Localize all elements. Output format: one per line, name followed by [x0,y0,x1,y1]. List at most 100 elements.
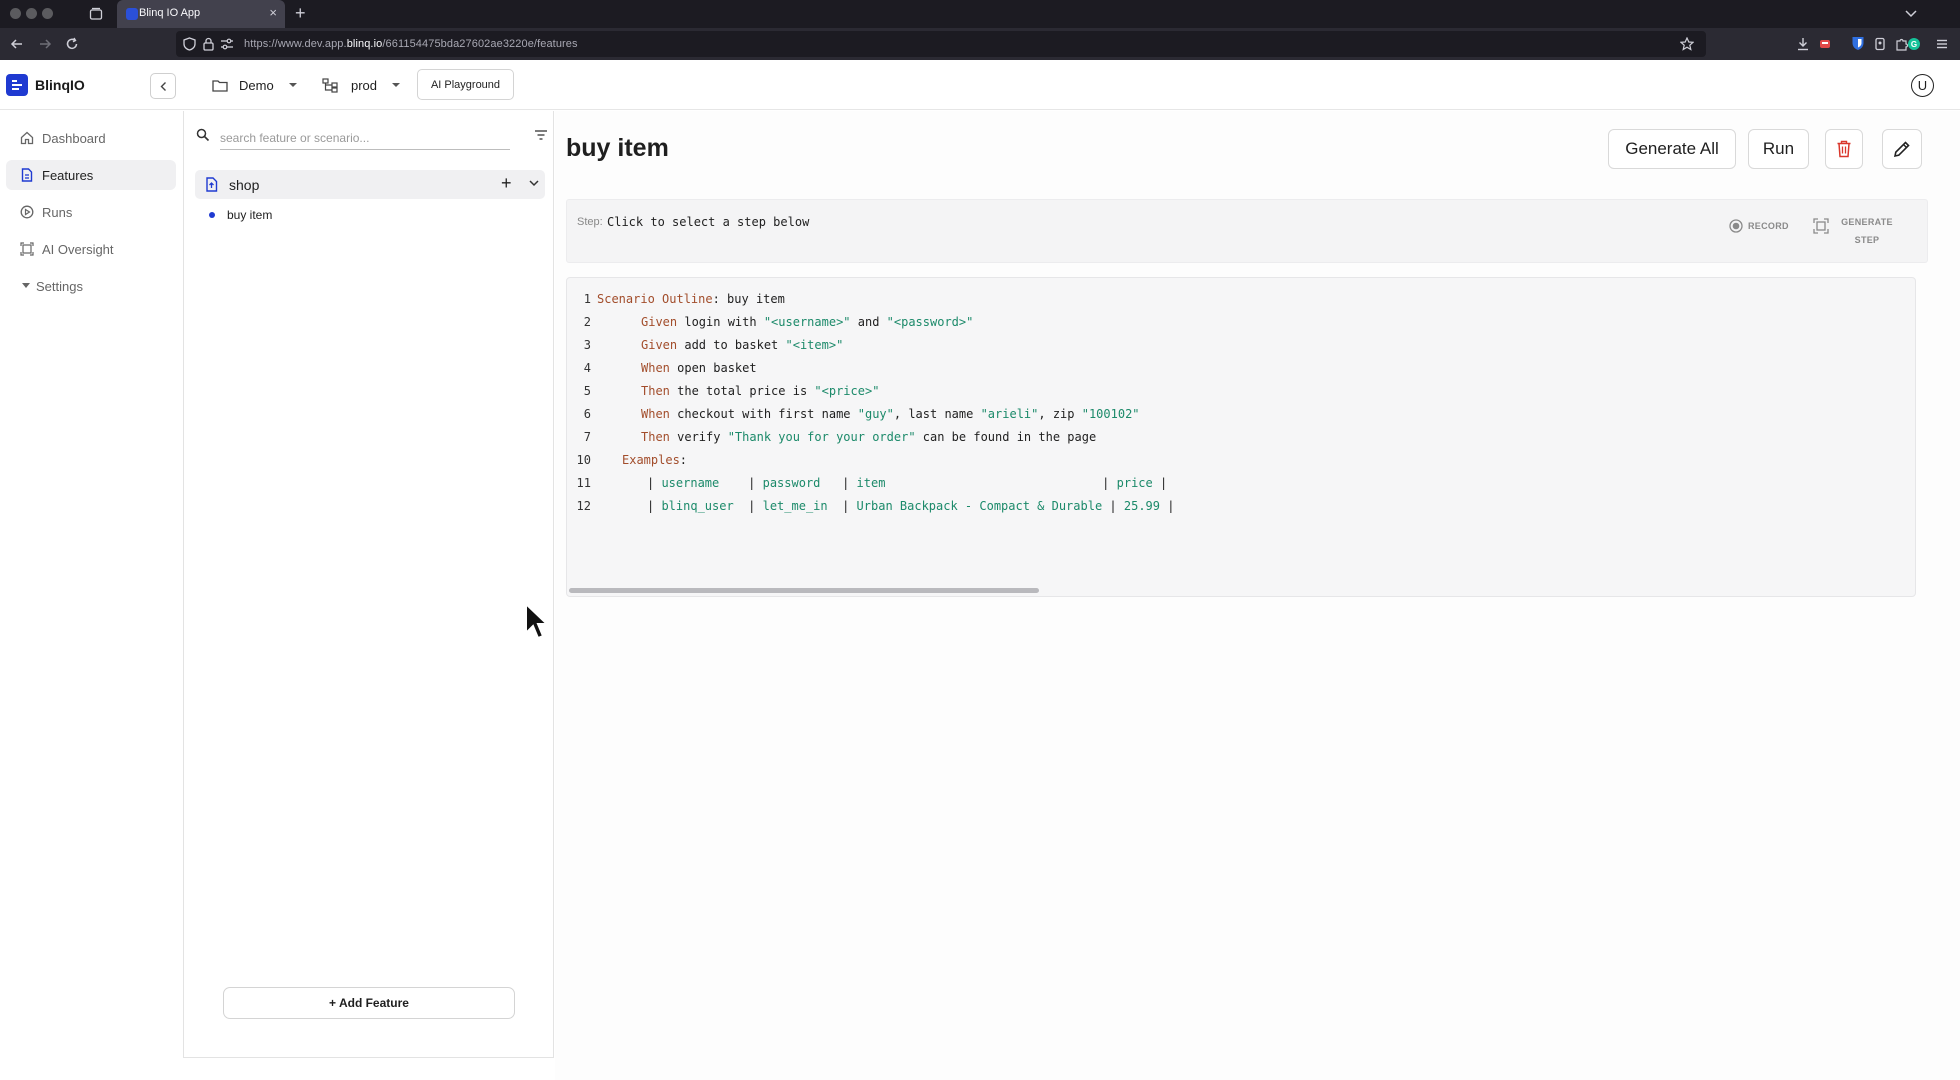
feature-item-shop[interactable]: shop + [195,170,545,199]
gherkin-keyword: Then [641,430,670,444]
code-token: | [820,476,857,490]
edit-button[interactable] [1882,129,1922,169]
home-icon [20,131,34,145]
back-arrow-icon[interactable] [10,37,24,51]
generate-step-label-line2: STEP [1854,235,1880,245]
blinqio-logo-icon[interactable] [6,74,28,96]
sidebar-item-label: Runs [42,205,73,220]
chevron-down-icon[interactable] [528,179,540,188]
environment-select[interactable]: prod [322,74,401,96]
generate-step-button[interactable]: GENERATE STEP [1837,213,1897,249]
filter-icon[interactable] [534,129,548,141]
trash-icon [1837,140,1851,158]
line-number: 12 [576,499,591,513]
code-lines: 1 Scenario Outline: buy item 2 Given login … [567,288,1175,518]
reload-icon[interactable] [65,37,79,51]
tab-overview-icon[interactable] [89,7,103,21]
step-bar[interactable]: Step: Click to select a step below RECOR… [566,199,1928,263]
sidebar: Dashboard Features Runs AI Oversight Set… [0,111,183,1080]
code-token: : buy item [712,292,785,306]
url-text[interactable]: https://www.dev.app.blinq.io/661154475bd… [244,38,578,50]
code-line[interactable]: 4 When open basket [567,357,757,380]
ai-playground-button[interactable]: AI Playground [417,69,514,100]
delete-button[interactable] [1825,129,1863,169]
window-minimize-dot[interactable] [26,8,37,19]
code-line[interactable]: 10 Examples: [567,449,687,472]
bitwarden-shield-icon[interactable] [1851,36,1865,51]
record-label: RECORD [1748,221,1789,231]
add-scenario-icon[interactable]: + [501,173,512,194]
code-line[interactable]: 12 | blinq_user | let_me_in | Urban Backp… [567,495,1175,518]
address-bar[interactable]: https://www.dev.app.blinq.io/661154475bd… [176,31,1706,57]
add-feature-button[interactable]: + Add Feature [223,987,515,1019]
code-line[interactable]: 11 | username | password | item | price | [567,472,1168,495]
horizontal-scrollbar[interactable] [569,588,1039,593]
permissions-icon[interactable] [220,38,234,50]
project-name: Demo [239,77,274,93]
grammarly-icon[interactable]: G [1907,37,1921,51]
code-text: Examples: [622,449,687,472]
scenario-item-buy-item[interactable]: buy item [209,206,272,224]
sidebar-item-features[interactable]: Features [6,160,176,190]
app-logo-text[interactable]: BlinqIO [35,77,85,93]
sidebar-item-ai-oversight[interactable]: AI Oversight [6,234,176,264]
string-literal: "100102" [1081,407,1140,421]
generate-step-icon[interactable] [1813,218,1829,234]
window-close-dot[interactable] [10,8,21,19]
code-editor[interactable]: 1 Scenario Outline: buy item 2 Given login … [566,277,1916,597]
record-button[interactable]: RECORD [1729,219,1789,233]
extension-red-icon[interactable] [1818,37,1832,51]
code-text: Given login with "<username>" and "<pass… [641,311,973,334]
tab-list-chevron-icon[interactable] [1905,9,1917,19]
code-line[interactable]: 7 Then verify "Thank you for your order" … [567,426,1096,449]
folder-icon [212,79,228,92]
browser-tab[interactable]: Blinq IO App × [117,0,285,28]
project-select[interactable]: Demo [212,74,298,96]
sidebar-item-settings[interactable]: Settings [6,271,176,301]
scenario-label: buy item [227,208,273,222]
shield-icon[interactable] [183,37,196,51]
code-line[interactable]: 5 Then the total price is "<price>" [567,380,880,403]
string-literal: "Thank you for your order" [727,430,916,444]
line-number: 7 [583,430,591,444]
run-button[interactable]: Run [1748,129,1809,169]
string-literal: username [661,476,720,490]
code-line[interactable]: 6 When checkout with first name "guy", la… [567,403,1140,426]
collapse-sidebar-button[interactable] [150,73,176,99]
code-line[interactable]: 3 Given add to basket "<item>" [567,334,844,357]
lock-icon[interactable] [203,37,214,51]
tab-close-icon[interactable]: × [269,5,277,20]
step-label: Step: [577,216,603,228]
code-token: | [719,476,763,490]
browser-menu-icon[interactable] [1936,38,1948,50]
gherkin-keyword: When [641,361,670,375]
line-number: 6 [583,407,591,421]
environment-tree-icon [322,77,338,93]
string-literal: "<item>" [785,338,844,352]
caret-down-icon [22,283,30,288]
generate-step-label-line1: GENERATE [1841,217,1893,227]
code-line[interactable]: 1 Scenario Outline: buy item [567,288,785,311]
sidebar-item-runs[interactable]: Runs [6,197,176,227]
download-icon[interactable] [1796,37,1810,51]
ai-oversight-icon [20,242,34,256]
feature-file-icon [21,168,33,182]
svg-text:G: G [1911,40,1917,49]
window-zoom-dot[interactable] [42,8,53,19]
sidebar-item-dashboard[interactable]: Dashboard [6,123,176,153]
code-token: , last name [893,407,981,421]
password-manager-icon[interactable] [1873,37,1887,51]
bookmark-star-icon[interactable] [1680,37,1694,51]
search-input[interactable] [220,126,510,150]
generate-all-button[interactable]: Generate All [1608,129,1736,169]
line-number: 3 [583,338,591,352]
code-token: add to basket [677,338,786,352]
gherkin-keyword: Scenario Outline [597,292,713,306]
user-avatar[interactable]: U [1911,74,1934,97]
mouse-cursor-icon [525,603,549,640]
forward-arrow-icon[interactable] [38,37,52,51]
code-line[interactable]: 2 Given login with "<username>" and "<pas… [567,311,974,334]
code-token: | [647,499,662,513]
code-text: Then the total price is "<price>" [641,380,879,403]
new-tab-icon[interactable]: + [295,3,306,24]
